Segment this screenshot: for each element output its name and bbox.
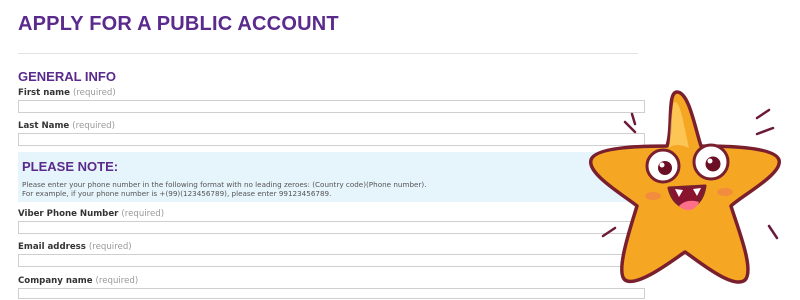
- note-line-2: For example, if your phone number is +(9…: [22, 189, 332, 198]
- viber-phone-label: Viber Phone Number (required): [18, 209, 164, 219]
- title-divider: [18, 53, 638, 54]
- email-input[interactable]: [18, 254, 645, 267]
- company-name-label-text: Company name: [18, 276, 93, 286]
- required-hint: (required): [88, 242, 132, 252]
- required-hint: (required): [95, 276, 139, 286]
- last-name-input[interactable]: [18, 133, 645, 146]
- first-name-label-text: First name: [18, 88, 70, 98]
- note-title: PLEASE NOTE:: [22, 159, 119, 174]
- company-name-input[interactable]: [18, 288, 645, 299]
- required-hint: (required): [72, 88, 116, 98]
- general-info-heading: GENERAL INFO: [18, 69, 116, 84]
- phone-format-note: PLEASE NOTE: Please enter your phone num…: [18, 152, 641, 202]
- star-mascot-icon: [589, 90, 781, 284]
- note-line-1: Please enter your phone number in the fo…: [22, 180, 427, 189]
- first-name-label: First name (required): [18, 88, 116, 98]
- last-name-label-text: Last Name: [18, 121, 70, 131]
- page-title: APPLY FOR A PUBLIC ACCOUNT: [18, 13, 339, 35]
- viber-phone-label-text: Viber Phone Number: [18, 209, 119, 219]
- last-name-label: Last Name (required): [18, 121, 115, 131]
- viber-phone-input[interactable]: [18, 221, 645, 234]
- required-hint: (required): [121, 209, 165, 219]
- first-name-input[interactable]: [18, 100, 645, 113]
- company-name-label: Company name (required): [18, 276, 138, 286]
- email-label-text: Email address: [18, 242, 86, 252]
- email-label: Email address (required): [18, 242, 132, 252]
- required-hint: (required): [72, 121, 115, 131]
